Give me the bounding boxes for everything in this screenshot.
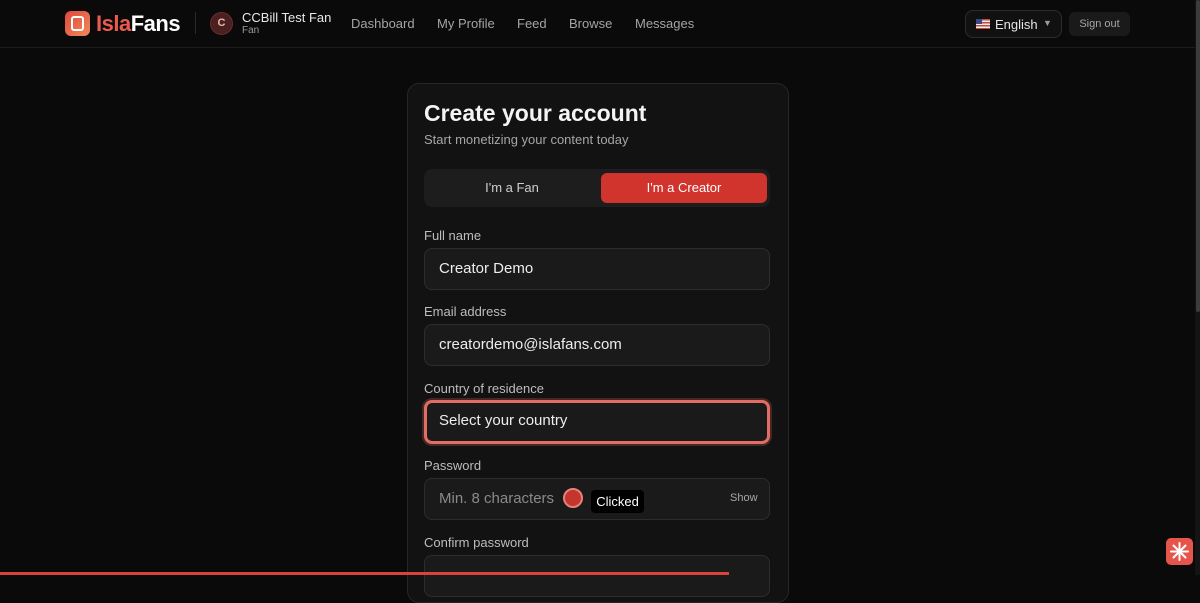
sparkle-icon <box>1170 542 1189 561</box>
country-label: Country of residence <box>424 381 544 396</box>
role-fan-button[interactable]: I'm a Fan <box>429 173 595 203</box>
chevron-down-icon: ▼ <box>1043 18 1052 28</box>
brand-name-fans: Fans <box>130 10 181 36</box>
nav-feed[interactable]: Feed <box>517 16 547 31</box>
nav-messages[interactable]: Messages <box>635 16 694 31</box>
country-select[interactable]: Select your country <box>424 400 770 444</box>
role-creator-button[interactable]: I'm a Creator <box>601 173 767 203</box>
click-indicator-dot <box>563 488 583 508</box>
header-divider <box>195 12 196 34</box>
assistant-launcher-button[interactable] <box>1166 538 1193 565</box>
click-tooltip: Clicked <box>591 490 644 513</box>
brand-name: IslaFans <box>96 10 181 37</box>
user-role: Fan <box>242 25 260 36</box>
language-selector[interactable]: English ▼ <box>965 10 1062 38</box>
brand-name-isla: Isla <box>96 10 131 36</box>
sign-out-button[interactable]: Sign out <box>1069 12 1130 36</box>
password-placeholder: Min. 8 characters <box>439 490 555 507</box>
confirm-password-label: Confirm password <box>424 535 529 550</box>
nav-dashboard[interactable]: Dashboard <box>351 16 415 31</box>
language-label: English <box>995 17 1038 32</box>
islafans-logo-icon <box>65 11 90 36</box>
user-name: CCBill Test Fan <box>242 10 332 25</box>
us-flag-icon <box>976 19 990 29</box>
full-name-label: Full name <box>424 228 482 243</box>
full-name-input[interactable]: Creator Demo <box>424 248 770 290</box>
confirm-password-input[interactable] <box>424 555 770 597</box>
password-label: Password <box>424 458 482 473</box>
avatar[interactable]: C <box>210 12 233 35</box>
show-password-button[interactable]: Show <box>730 492 758 504</box>
scrollbar-thumb[interactable] <box>1196 0 1200 312</box>
nav-my-profile[interactable]: My Profile <box>437 16 495 31</box>
page-title: Create your account <box>424 100 647 126</box>
email-label: Email address <box>424 304 507 319</box>
email-input[interactable]: creatordemo@islafans.com <box>424 324 770 366</box>
nav-browse[interactable]: Browse <box>569 16 612 31</box>
islafans-logo[interactable]: IslaFans <box>65 10 181 37</box>
page-subtitle: Start monetizing your content today <box>424 132 629 147</box>
